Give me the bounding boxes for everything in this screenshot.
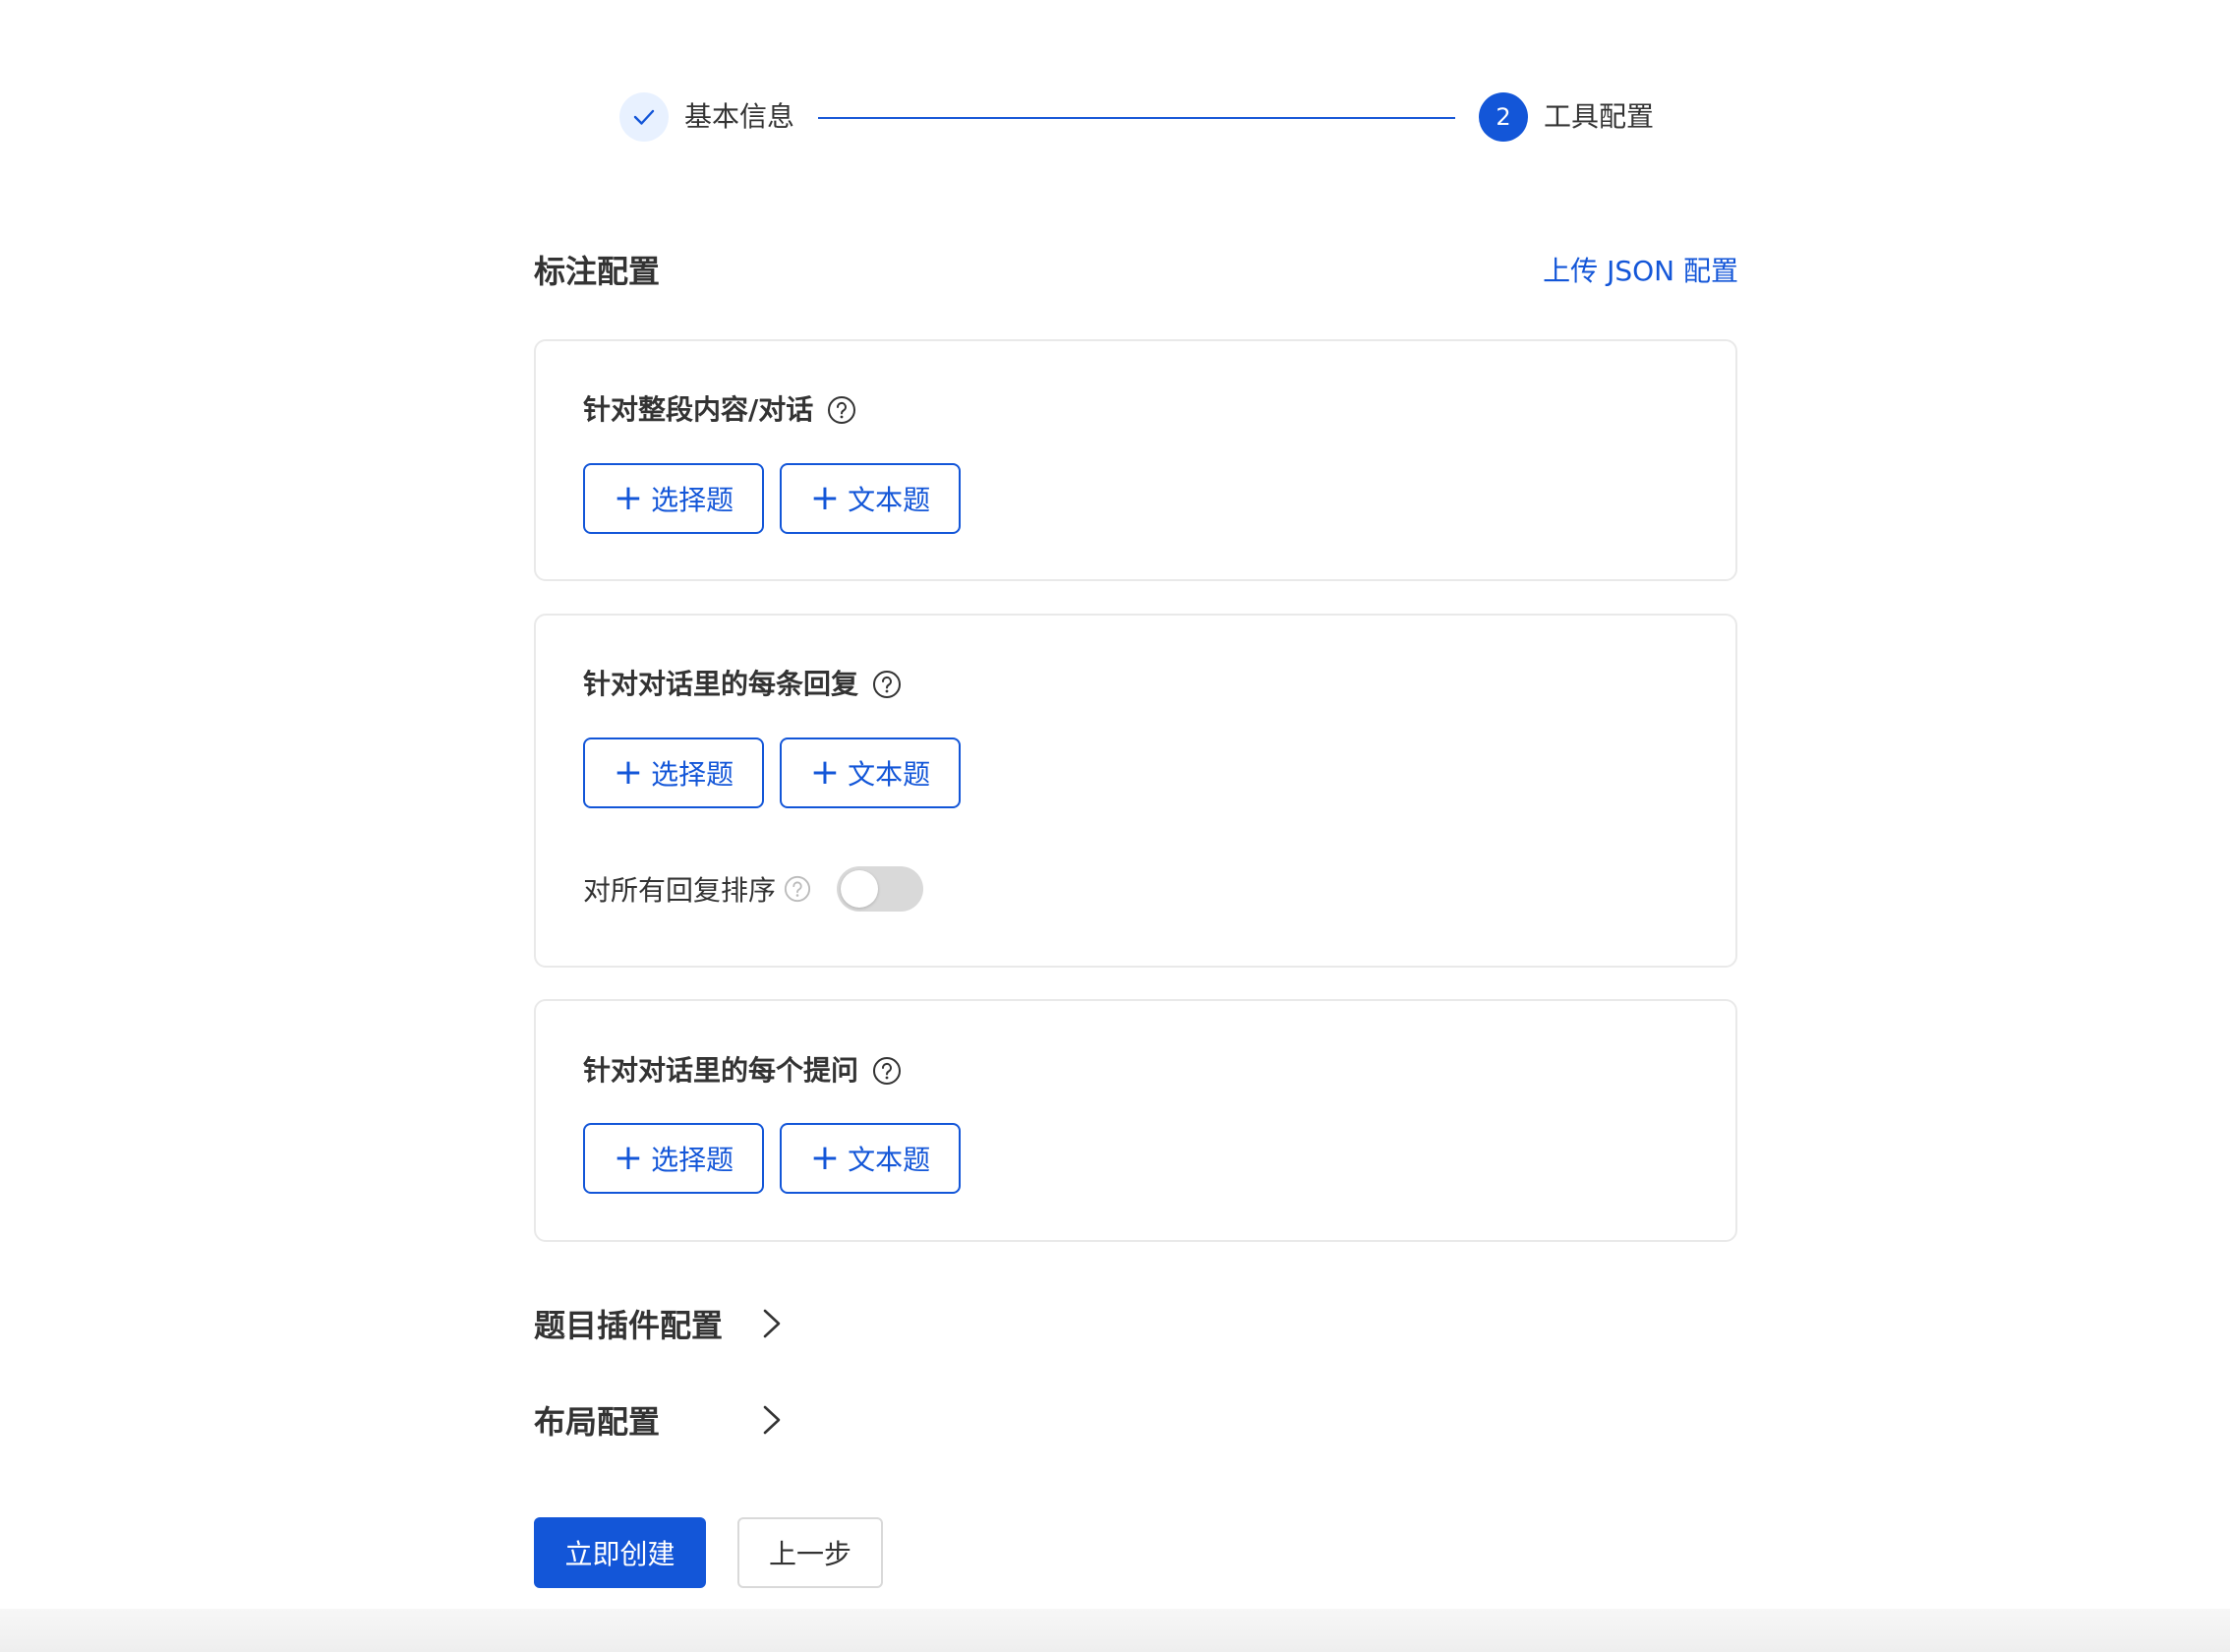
- add-choice-question-button[interactable]: + 选择题: [583, 463, 764, 534]
- plus-icon: +: [809, 1138, 841, 1178]
- plus-icon: +: [809, 478, 841, 518]
- card-each-reply: 针对对话里的每条回复 + 选择题 + 文本题 对所有回复排序: [534, 614, 1737, 968]
- add-choice-question-button[interactable]: + 选择题: [583, 738, 764, 808]
- steps-indicator: 基本信息 2 工具配置: [619, 92, 1654, 146]
- add-text-question-button[interactable]: + 文本题: [780, 738, 961, 808]
- button-label: 文本题: [848, 1144, 931, 1176]
- button-label: 选择题: [651, 484, 734, 516]
- card-title-text: 针对整段内容/对话: [583, 393, 814, 426]
- button-row: + 选择题 + 文本题: [583, 463, 976, 534]
- chevron-right-icon: [760, 1308, 784, 1339]
- button-label: 选择题: [651, 1144, 734, 1176]
- card-title: 针对对话里的每条回复: [583, 665, 902, 704]
- plus-icon: +: [613, 752, 644, 793]
- button-label: 选择题: [651, 758, 734, 791]
- previous-step-button[interactable]: 上一步: [737, 1517, 883, 1588]
- step-2-number: 2: [1479, 92, 1528, 142]
- step-connector-line: [818, 117, 1455, 119]
- toggle-knob: [841, 870, 879, 908]
- button-label: 文本题: [848, 758, 931, 791]
- step-2-label: 工具配置: [1544, 100, 1655, 133]
- bottom-bar: [0, 1609, 2230, 1652]
- sort-replies-toggle[interactable]: [837, 866, 924, 912]
- card-title-text: 针对对话里的每个提问: [583, 1054, 859, 1087]
- upload-json-link[interactable]: 上传 JSON 配置: [1534, 250, 1738, 293]
- button-row: + 选择题 + 文本题: [583, 738, 976, 808]
- help-icon[interactable]: [872, 670, 902, 699]
- sort-replies-row: 对所有回复排序: [583, 866, 924, 912]
- sort-replies-label: 对所有回复排序: [583, 874, 777, 907]
- plus-icon: +: [613, 478, 644, 518]
- card-title-text: 针对对话里的每条回复: [583, 668, 859, 700]
- page-title: 标注配置: [534, 253, 661, 290]
- button-row: + 选择题 + 文本题: [583, 1123, 976, 1194]
- help-icon[interactable]: [872, 1056, 902, 1086]
- card-title: 针对对话里的每个提问: [583, 1051, 902, 1091]
- add-choice-question-button[interactable]: + 选择题: [583, 1123, 764, 1194]
- plus-icon: +: [613, 1138, 644, 1178]
- card-title: 针对整段内容/对话: [583, 390, 856, 430]
- card-each-question: 针对对话里的每个提问 + 选择题 + 文本题: [534, 999, 1737, 1242]
- collapse-title: 题目插件配置: [534, 1307, 724, 1344]
- step-done-check-icon: [619, 92, 669, 142]
- help-icon[interactable]: [784, 875, 811, 903]
- question-plugin-config-toggle[interactable]: 题目插件配置: [534, 1299, 784, 1348]
- chevron-right-icon: [760, 1404, 784, 1436]
- layout-config-toggle[interactable]: 布局配置: [534, 1395, 784, 1445]
- step-1-label: 基本信息: [684, 100, 795, 133]
- card-whole-content: 针对整段内容/对话 + 选择题 + 文本题: [534, 339, 1737, 581]
- plus-icon: +: [809, 752, 841, 793]
- button-label: 文本题: [848, 484, 931, 516]
- collapse-title: 布局配置: [534, 1403, 661, 1441]
- create-now-button[interactable]: 立即创建: [534, 1517, 706, 1588]
- add-text-question-button[interactable]: + 文本题: [780, 463, 961, 534]
- help-icon[interactable]: [827, 395, 856, 425]
- add-text-question-button[interactable]: + 文本题: [780, 1123, 961, 1194]
